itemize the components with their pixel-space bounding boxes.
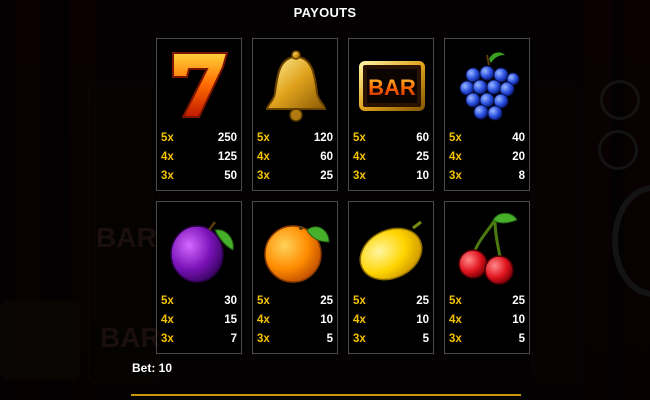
payout-card-bar: BAR 5x 60 4x 25 3x 10 bbox=[348, 38, 434, 191]
multiplier: 4x bbox=[353, 314, 366, 326]
multiplier: 5x bbox=[161, 132, 174, 144]
payout-value: 60 bbox=[416, 132, 429, 144]
payout-card-bell: 5x 120 4x 60 3x 25 bbox=[252, 38, 338, 191]
multiplier: 3x bbox=[449, 170, 462, 182]
payout-row: 5x 25 bbox=[257, 292, 333, 311]
multiplier: 5x bbox=[449, 295, 462, 307]
multiplier: 5x bbox=[257, 132, 270, 144]
payout-value: 250 bbox=[217, 132, 237, 144]
payout-row: 5x 250 bbox=[161, 129, 237, 148]
payout-row: 4x 15 bbox=[161, 311, 237, 330]
payout-value: 7 bbox=[230, 333, 237, 345]
payout-card-orange: 5x 25 4x 10 3x 5 bbox=[252, 201, 338, 354]
payout-row: 3x 5 bbox=[257, 330, 333, 349]
multiplier: 5x bbox=[449, 132, 462, 144]
payout-value: 30 bbox=[224, 295, 237, 307]
payout-row: 3x 10 bbox=[353, 167, 429, 186]
orange-icon bbox=[255, 206, 337, 290]
payout-value: 25 bbox=[416, 295, 429, 307]
multiplier: 4x bbox=[449, 314, 462, 326]
payout-value: 60 bbox=[320, 151, 333, 163]
payout-value: 15 bbox=[224, 314, 237, 326]
multiplier: 3x bbox=[353, 170, 366, 182]
payout-row: 4x 10 bbox=[449, 311, 525, 330]
payout-card-lemon: 5x 25 4x 10 3x 5 bbox=[348, 201, 434, 354]
multiplier: 3x bbox=[353, 333, 366, 345]
multiplier: 3x bbox=[161, 333, 174, 345]
payout-value: 5 bbox=[422, 333, 429, 345]
payout-value: 120 bbox=[313, 132, 333, 144]
multiplier: 5x bbox=[257, 295, 270, 307]
payout-row: 4x 25 bbox=[353, 148, 429, 167]
multiplier: 4x bbox=[161, 151, 174, 163]
payout-value: 5 bbox=[326, 333, 333, 345]
seven-icon bbox=[159, 43, 241, 127]
multiplier: 5x bbox=[161, 295, 174, 307]
grapes-icon bbox=[447, 43, 529, 127]
bar-icon-text: BAR bbox=[368, 75, 416, 100]
payout-row: 4x 60 bbox=[257, 148, 333, 167]
payout-row: 3x 5 bbox=[449, 330, 525, 349]
payout-value: 10 bbox=[512, 314, 525, 326]
payout-value: 20 bbox=[512, 151, 525, 163]
payout-row: 3x 8 bbox=[449, 167, 525, 186]
payout-value: 25 bbox=[416, 151, 429, 163]
cherries-icon bbox=[447, 206, 529, 290]
lemon-icon bbox=[351, 206, 433, 290]
multiplier: 3x bbox=[257, 170, 270, 182]
payout-row: 3x 5 bbox=[353, 330, 429, 349]
payout-row: 4x 10 bbox=[353, 311, 429, 330]
multiplier: 4x bbox=[449, 151, 462, 163]
page-title: PAYOUTS bbox=[293, 5, 357, 20]
payout-row: 5x 60 bbox=[353, 129, 429, 148]
payout-card-seven: 5x 250 4x 125 3x 50 bbox=[156, 38, 242, 191]
payout-card-grapes: 5x 40 4x 20 3x 8 bbox=[444, 38, 530, 191]
payout-value: 5 bbox=[518, 333, 525, 345]
bar-icon: BAR bbox=[351, 43, 433, 127]
plum-icon bbox=[159, 206, 241, 290]
payout-row: 5x 40 bbox=[449, 129, 525, 148]
multiplier: 4x bbox=[257, 314, 270, 326]
payout-value: 8 bbox=[518, 170, 525, 182]
payout-row: 5x 120 bbox=[257, 129, 333, 148]
multiplier: 3x bbox=[257, 333, 270, 345]
payout-value: 40 bbox=[512, 132, 525, 144]
payout-row: 3x 7 bbox=[161, 330, 237, 349]
multiplier: 3x bbox=[161, 170, 174, 182]
payout-value: 10 bbox=[320, 314, 333, 326]
bell-icon bbox=[255, 43, 337, 127]
payout-row: 3x 25 bbox=[257, 167, 333, 186]
payout-row: 3x 50 bbox=[161, 167, 237, 186]
payout-row: 4x 20 bbox=[449, 148, 525, 167]
payout-row: 5x 25 bbox=[449, 292, 525, 311]
payout-value: 25 bbox=[320, 295, 333, 307]
payout-value: 125 bbox=[217, 151, 237, 163]
multiplier: 3x bbox=[449, 333, 462, 345]
bet-label: Bet: 10 bbox=[132, 361, 173, 375]
multiplier: 4x bbox=[353, 151, 366, 163]
payout-row: 4x 125 bbox=[161, 148, 237, 167]
multiplier: 5x bbox=[353, 132, 366, 144]
multiplier: 5x bbox=[353, 295, 366, 307]
payout-value: 25 bbox=[512, 295, 525, 307]
payout-card-plum: 5x 30 4x 15 3x 7 bbox=[156, 201, 242, 354]
payout-row: 5x 25 bbox=[353, 292, 429, 311]
payout-value: 25 bbox=[320, 170, 333, 182]
divider-line bbox=[131, 394, 521, 396]
payout-card-cherries: 5x 25 4x 10 3x 5 bbox=[444, 201, 530, 354]
multiplier: 4x bbox=[161, 314, 174, 326]
payout-row: 4x 10 bbox=[257, 311, 333, 330]
payout-row: 5x 30 bbox=[161, 292, 237, 311]
multiplier: 4x bbox=[257, 151, 270, 163]
payout-value: 50 bbox=[224, 170, 237, 182]
payout-value: 10 bbox=[416, 170, 429, 182]
payout-value: 10 bbox=[416, 314, 429, 326]
